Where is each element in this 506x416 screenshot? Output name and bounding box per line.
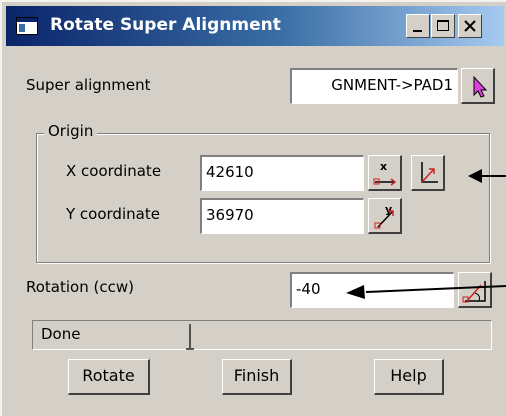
xy-pick-icon bbox=[421, 162, 438, 183]
help-button[interactable]: Help bbox=[374, 359, 444, 395]
super-alignment-field[interactable]: GNMENT->PAD1 bbox=[290, 68, 458, 104]
cursor-pick-icon bbox=[473, 75, 488, 98]
finish-button[interactable]: Finish bbox=[222, 359, 292, 395]
origin-pick-button[interactable] bbox=[411, 155, 445, 191]
callout-arrow-origin bbox=[468, 169, 506, 183]
super-alignment-label: Super alignment bbox=[26, 76, 151, 94]
app-window-icon bbox=[16, 17, 38, 35]
text-cursor-icon bbox=[186, 324, 194, 350]
x-coordinate-pick-button[interactable]: x bbox=[368, 155, 402, 191]
dialog-window: Rotate Super Alignment Super alignment G… bbox=[0, 0, 506, 416]
origin-group-label: Origin bbox=[44, 122, 98, 140]
maximize-icon bbox=[437, 20, 449, 31]
x-coordinate-field[interactable]: 42610 bbox=[200, 155, 364, 191]
status-bar: Done bbox=[32, 320, 492, 350]
super-alignment-pick-button[interactable] bbox=[461, 68, 495, 104]
close-button[interactable] bbox=[458, 14, 482, 38]
y-pick-icon: y bbox=[374, 203, 394, 229]
y-coordinate-label: Y coordinate bbox=[66, 205, 160, 223]
y-coordinate-pick-button[interactable]: y bbox=[368, 198, 402, 234]
svg-text:x: x bbox=[380, 160, 387, 173]
title-bar[interactable]: Rotate Super Alignment bbox=[6, 6, 504, 46]
window-title: Rotate Super Alignment bbox=[50, 15, 281, 35]
close-icon bbox=[464, 20, 476, 32]
maximize-button[interactable] bbox=[431, 14, 455, 38]
callout-arrow-rotation bbox=[346, 285, 506, 299]
x-pick-icon: x bbox=[373, 160, 397, 186]
x-coordinate-label: X coordinate bbox=[66, 162, 162, 180]
status-text: Done bbox=[41, 325, 81, 343]
minimize-button[interactable] bbox=[406, 14, 430, 38]
y-coordinate-field[interactable]: 36970 bbox=[200, 198, 364, 234]
minimize-icon bbox=[413, 30, 422, 32]
rotate-button[interactable]: Rotate bbox=[68, 359, 150, 395]
rotation-label: Rotation (ccw) bbox=[26, 278, 134, 296]
